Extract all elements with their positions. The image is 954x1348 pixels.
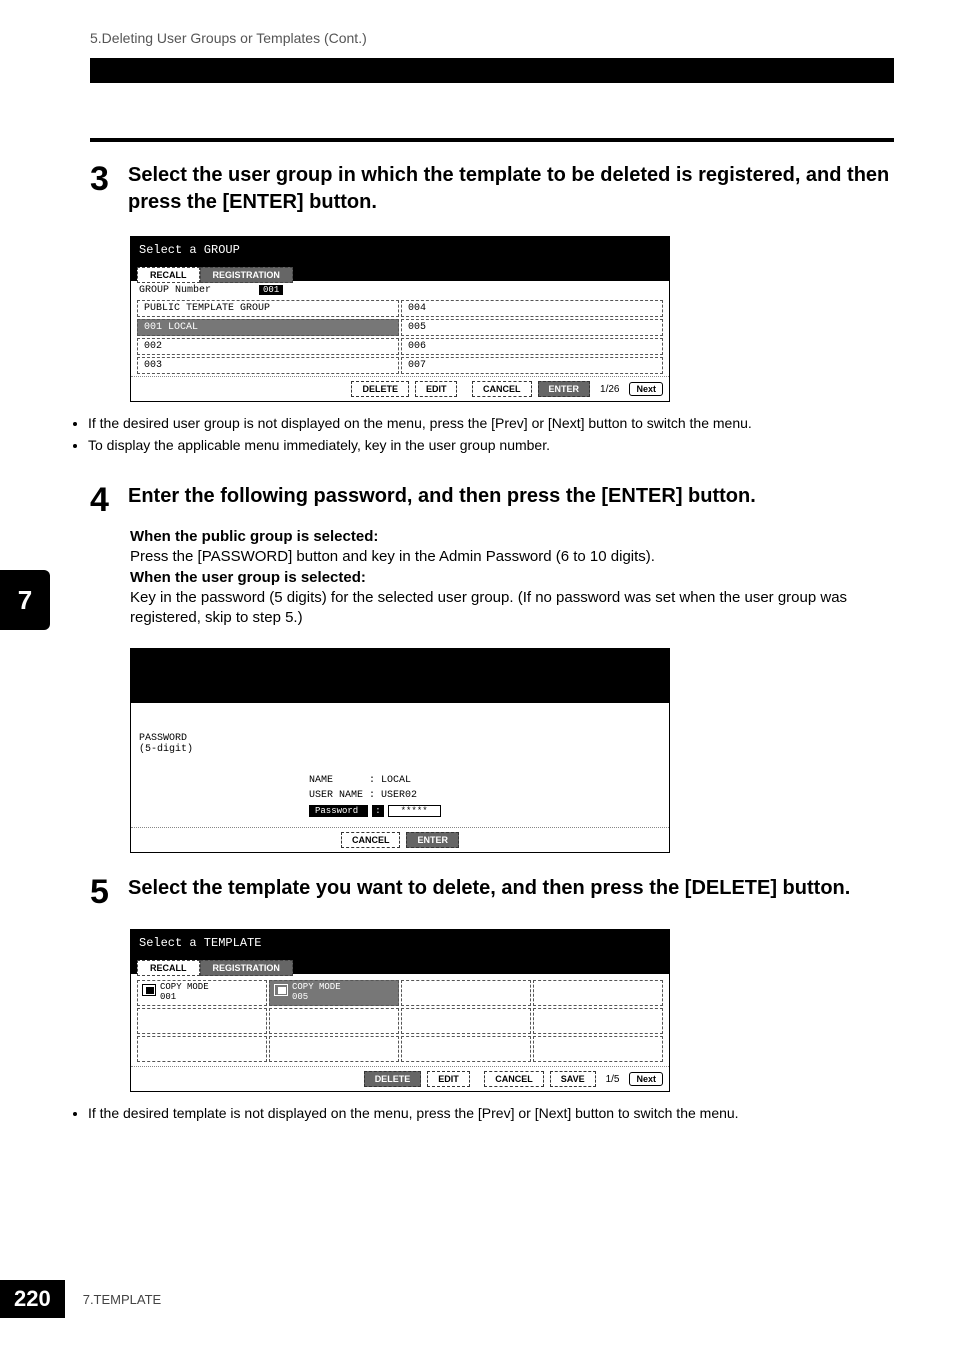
group-cell[interactable]: 007 — [401, 357, 663, 374]
cancel-button[interactable]: CANCEL — [341, 832, 401, 848]
template-cell-empty[interactable] — [533, 1036, 663, 1062]
step-5-title: Select the template you want to delete, … — [128, 875, 850, 902]
step-5-number: 5 — [90, 875, 114, 909]
note-item: If the desired user group is not display… — [88, 414, 894, 434]
template-cell-empty[interactable] — [533, 1008, 663, 1034]
name-row: NAME : LOCAL — [309, 775, 661, 786]
password-field-label: Password — [309, 805, 368, 817]
username-row: USER NAME : USER02 — [309, 790, 661, 801]
template-cell-empty[interactable] — [269, 1008, 399, 1034]
step-4-number: 4 — [90, 483, 114, 517]
screenshot-select-group: Select a GROUP RECALL REGISTRATION GROUP… — [130, 236, 670, 402]
screenshot-select-template: Select a TEMPLATE RECALL REGISTRATION CO… — [130, 929, 670, 1092]
group-cell[interactable]: 003 — [137, 357, 399, 374]
chapter-tab: 7 — [0, 570, 50, 630]
password-label: PASSWORD (5-digit) — [139, 733, 661, 755]
template-cell-empty[interactable] — [401, 1036, 531, 1062]
footer-section-label: 7.TEMPLATE — [83, 1292, 162, 1307]
delete-button[interactable]: DELETE — [351, 381, 409, 397]
pager-label: 1/26 — [600, 384, 619, 395]
step-3-title: Select the user group in which the templ… — [128, 162, 894, 216]
breadcrumb: 5.Deleting User Groups or Templates (Con… — [90, 30, 894, 46]
copy-icon — [142, 984, 156, 996]
template-label: COPY MODE 005 — [292, 983, 341, 1003]
horizontal-rule — [90, 138, 894, 142]
pager-label: 1/5 — [606, 1074, 620, 1085]
group-cell[interactable]: 002 — [137, 338, 399, 355]
note-item: To display the applicable menu immediate… — [88, 436, 894, 456]
page-number: 220 — [0, 1280, 65, 1318]
template-cell-empty[interactable] — [401, 980, 531, 1006]
group-cell[interactable]: 006 — [401, 338, 663, 355]
enter-button[interactable]: ENTER — [538, 381, 591, 397]
password-field-value[interactable]: ***** — [388, 805, 441, 817]
password-colon: : — [372, 805, 383, 817]
delete-button[interactable]: DELETE — [364, 1071, 422, 1087]
group-cell[interactable]: 005 — [401, 319, 663, 336]
group-cell[interactable]: 004 — [401, 300, 663, 317]
next-button[interactable]: Next — [629, 1072, 663, 1086]
template-cell-empty[interactable] — [269, 1036, 399, 1062]
save-button[interactable]: SAVE — [550, 1071, 596, 1087]
step-3-number: 3 — [90, 162, 114, 196]
cancel-button[interactable]: CANCEL — [472, 381, 532, 397]
copy-icon — [274, 984, 288, 996]
section-divider-bar — [90, 58, 894, 83]
enter-button[interactable]: ENTER — [406, 832, 459, 848]
tab-recall[interactable]: RECALL — [137, 267, 200, 283]
step-4-line1: Press the [PASSWORD] button and key in t… — [130, 548, 655, 565]
edit-button[interactable]: EDIT — [415, 381, 458, 397]
tab-registration[interactable]: REGISTRATION — [200, 267, 293, 283]
group-cell[interactable]: PUBLIC TEMPLATE GROUP — [137, 300, 399, 317]
template-cell-empty[interactable] — [137, 1036, 267, 1062]
tab-registration[interactable]: REGISTRATION — [200, 960, 293, 976]
step-4-title: Enter the following password, and then p… — [128, 483, 756, 510]
next-button[interactable]: Next — [629, 382, 663, 396]
step-4-line2: Key in the password (5 digits) for the s… — [130, 589, 847, 626]
group-number-value[interactable]: 001 — [259, 285, 283, 295]
template-cell[interactable]: COPY MODE 001 — [137, 980, 267, 1006]
cancel-button[interactable]: CANCEL — [484, 1071, 544, 1087]
step-4-sub2: When the user group is selected: — [130, 569, 366, 586]
template-cell-selected[interactable]: COPY MODE 005 — [269, 980, 399, 1006]
note-item: If the desired template is not displayed… — [88, 1104, 894, 1124]
group-cell-selected[interactable]: 001 LOCAL — [137, 319, 399, 336]
template-label: COPY MODE 001 — [160, 983, 209, 1003]
tab-recall[interactable]: RECALL — [137, 960, 200, 976]
template-cell-empty[interactable] — [533, 980, 663, 1006]
edit-button[interactable]: EDIT — [427, 1071, 470, 1087]
template-cell-empty[interactable] — [137, 1008, 267, 1034]
group-number-label: GROUP Number — [139, 285, 211, 296]
template-cell-empty[interactable] — [401, 1008, 531, 1034]
screen-header-blank — [131, 649, 669, 703]
screenshot-password: PASSWORD (5-digit) NAME : LOCAL USER NAM… — [130, 648, 670, 853]
step-4-sub1: When the public group is selected: — [130, 528, 378, 545]
